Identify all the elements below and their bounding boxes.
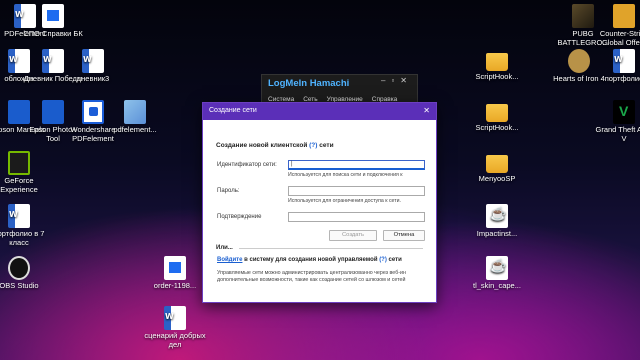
hoi-icon [568,49,590,73]
box-icon [124,100,146,124]
login-line: Войдите в систему для создания новой упр… [217,257,402,263]
csgo-icon [613,4,635,28]
spo-spravki-bk-shortcut[interactable]: СПО Справки БК [22,4,84,39]
java-icon [486,204,508,228]
desktop-icon-label: ScriptHook... [475,72,519,81]
desktop-icon-label: pdfelement... [113,125,157,134]
pdf-icon [82,100,104,124]
desktop-icon-label: OBS Studio [0,281,39,290]
confirm-input[interactable] [288,212,425,222]
word-icon [82,49,104,73]
network-id-label: Идентификатор сети: [217,162,277,168]
dialog-body: Создание новой клиентской (?) сети Идент… [203,120,436,302]
green-icon [8,151,30,175]
heading-tail: сети [319,142,334,149]
obs-icon [8,256,30,280]
csgo-shortcut[interactable]: Counter-Strike Global Offe... [593,4,640,47]
folder-icon [486,104,508,122]
desktop-icon-label: сценарий добрых дел [144,331,206,349]
login-text: в систему для создания новой управляемой [244,257,378,263]
scripthook-folder-1[interactable]: ScriptHook... [466,49,528,82]
folder-icon [486,53,508,71]
order-1198-file[interactable]: order-1198... [144,256,206,291]
desktop-icon-label: Impactinst... [476,229,518,238]
dialog-title: Создание сети [209,107,257,114]
desktop-icon-label: tl_skin_cape... [473,281,521,290]
portfolio-7-class-file[interactable]: портфолио в 7 класс [0,204,50,247]
desktop-icon-label: портфолио [604,74,640,83]
password-label: Пароль: [217,188,240,194]
desktop-icon-label: Counter-Strike Global Offe... [599,29,640,47]
desktop-icon-label: портфолио в 7 класс [0,229,45,247]
cancel-button[interactable]: Отмена [383,230,425,241]
divider [239,248,423,249]
dialog-titlebar[interactable]: Создание сети ✕ [203,103,436,120]
word-icon [8,204,30,228]
blue-icon [42,100,64,124]
gta-icon [613,100,635,124]
portfolio-file[interactable]: портфолио [593,49,640,84]
login-tail: сети [388,257,402,263]
dialog-heading: Создание новой клиентской (?) сети [216,142,334,149]
password-input[interactable] [288,186,425,196]
network-id-input[interactable]: | [288,160,425,170]
desktop-icon-label: order-1198... [153,281,197,290]
login-link[interactable]: Войдите [217,257,242,263]
doc-icon [42,4,64,28]
geforce-experience-shortcut[interactable]: GeForce Experience [0,151,50,194]
hamachi-title: LogMeIn Hamachi [268,78,350,89]
desktop-icon-label: ScriptHook... [475,123,519,132]
desktop-icon-label: дневник3 [76,74,110,83]
menyoosp-folder[interactable]: MenyooSP [466,151,528,184]
desktop-icon-label: MenyooSP [478,174,516,183]
help-link[interactable]: (?) [309,142,317,149]
network-id-note: Используется для поиска сети и подключен… [288,172,403,178]
hamachi-window-controls[interactable]: –▫✕ [381,76,413,85]
desktop-icon-label: GeForce Experience [0,176,38,194]
java-icon [486,256,508,280]
pdfelement-installer[interactable]: pdfelement... [104,100,166,135]
desktop-icon-label: СПО Справки БК [23,29,83,38]
or-section-title: Или... [216,245,233,251]
word-icon [613,49,635,73]
password-note: Используется для ограничения доступа к с… [288,198,401,204]
gta-v-shortcut[interactable]: Grand Theft Auto V [593,100,640,143]
dnevnik3-file[interactable]: дневник3 [62,49,124,84]
game-icon [572,4,594,28]
impactinst-file[interactable]: Impactinst... [466,204,528,239]
scenario-dobrykh-del-file[interactable]: сценарий добрых дел [144,306,206,349]
create-network-dialog: Создание сети ✕ Создание новой клиентско… [202,102,437,303]
word-icon [42,49,64,73]
confirm-label: Подтверждение [217,214,262,220]
desktop-icon-label: Grand Theft Auto V [595,125,640,143]
heading-text: Создание новой клиентской [216,142,308,149]
create-button[interactable]: Создать [329,230,377,241]
word-icon [164,306,186,330]
login-help-link[interactable]: (?) [379,257,387,263]
doc-icon [164,256,186,280]
scripthook-folder-2[interactable]: ScriptHook... [466,100,528,133]
obs-studio-shortcut[interactable]: OBS Studio [0,256,50,291]
tl-skin-cape-file[interactable]: tl_skin_cape... [466,256,528,291]
close-icon[interactable]: ✕ [423,106,430,115]
folder-icon [486,155,508,173]
managed-networks-description: Управляемые сети можно администрировать … [217,270,406,284]
